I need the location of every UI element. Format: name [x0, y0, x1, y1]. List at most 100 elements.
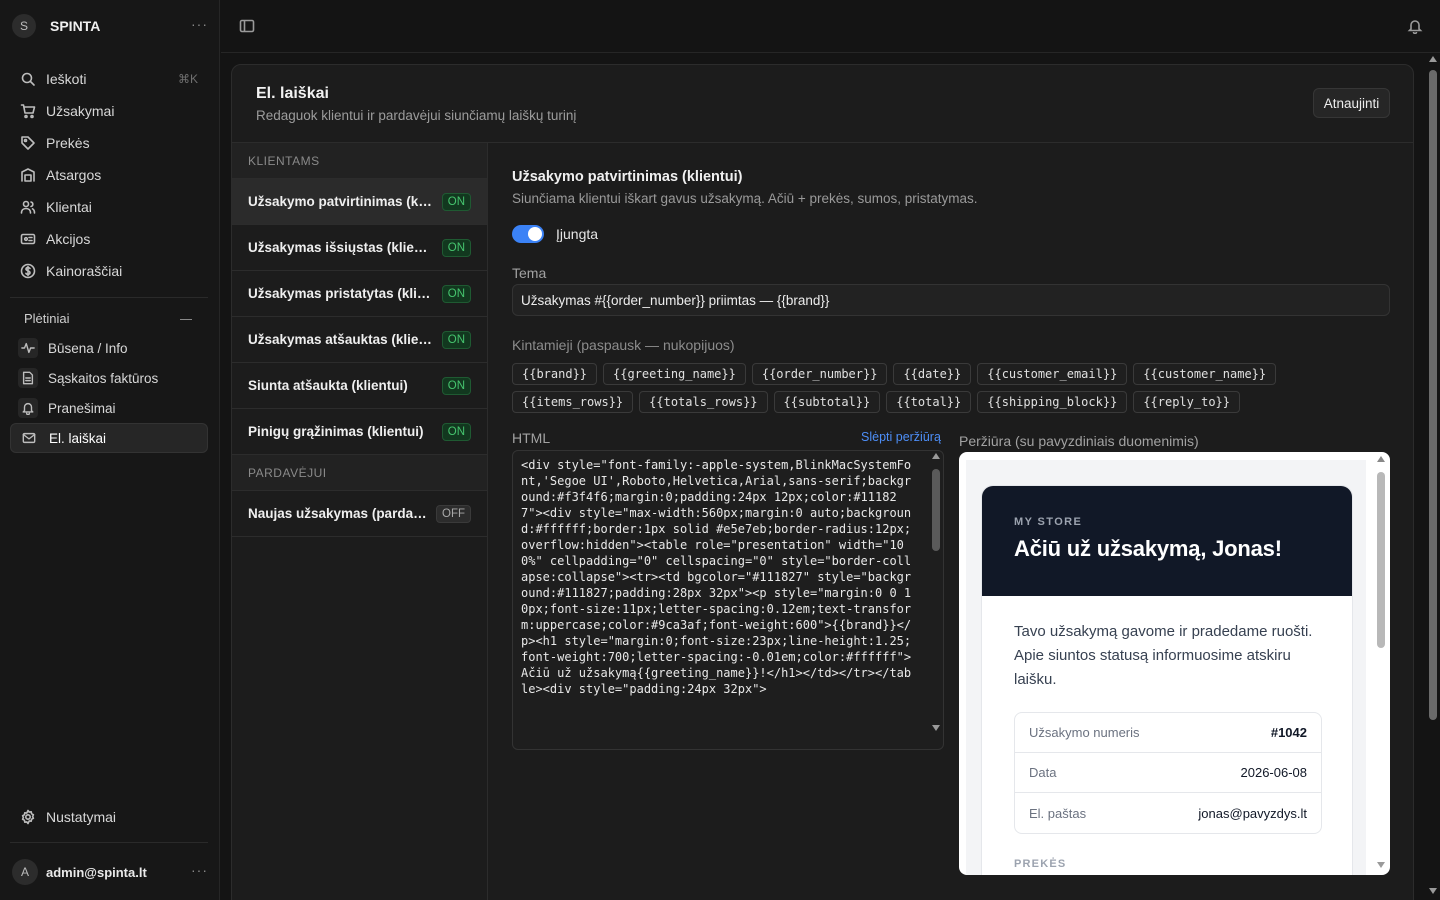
row-value: jonas@pavyzdys.lt — [1198, 805, 1307, 821]
settings-nav: Nustatymai — [10, 801, 208, 833]
nav-item-customers[interactable]: Klientai — [10, 191, 208, 223]
email-body: MY STORE Ačiū už užsakymą, Jonas! Tavo u… — [981, 485, 1353, 875]
row-value: #1042 — [1270, 725, 1307, 740]
hide-preview-link[interactable]: Slėpti peržiūrą — [861, 430, 941, 444]
page-title: El. laiškai — [256, 85, 329, 102]
template-description: Siunčiama klientui iškart gavus užsakymą… — [512, 191, 978, 206]
variable-chip[interactable]: {{order_number}} — [751, 363, 888, 385]
dollar-icon — [20, 263, 36, 279]
nav-item-label: El. laiškai — [49, 430, 107, 446]
variable-chip[interactable]: {{total}} — [886, 391, 972, 413]
list-item[interactable]: Naujas užsakymas (pardavėjui) OFF — [232, 491, 487, 537]
nav-item-label: Prekės — [46, 135, 90, 151]
scroll-down-icon[interactable] — [1377, 862, 1385, 868]
variable-chip[interactable]: {{reply_to}} — [1133, 391, 1241, 413]
html-editor-scroll-thumb[interactable] — [932, 469, 940, 551]
user-menu[interactable]: A admin@spinta.lt ··· — [12, 858, 208, 886]
enabled-label: Įjungta — [556, 226, 599, 242]
user-menu-icon[interactable]: ··· — [191, 862, 208, 878]
variable-chip[interactable]: {{brand}} — [512, 363, 598, 385]
nav-item-orders[interactable]: Užsakymai — [10, 95, 208, 127]
nav-item-search[interactable]: Ieškoti ⌘K — [10, 63, 208, 95]
nav-item-price-lists[interactable]: Kainoraščiai — [10, 255, 208, 287]
list-item[interactable]: Užsakymas atšauktas (klientui) ON — [232, 317, 487, 363]
nav-item-label: Kainoraščiai — [46, 263, 123, 279]
email-heading: Ačiū už užsakymą, Jonas! — [1014, 536, 1282, 561]
nav-item-promotions[interactable]: Akcijos — [10, 223, 208, 255]
users-icon — [20, 200, 36, 214]
variable-chip[interactable]: {{items_rows}} — [512, 391, 634, 413]
nav-item-settings[interactable]: Nustatymai — [10, 801, 208, 833]
ticket-icon — [20, 233, 36, 245]
status-badge: OFF — [436, 504, 471, 523]
nav-item-products[interactable]: Prekės — [10, 127, 208, 159]
avatar: A — [12, 859, 38, 885]
toggle-knob — [528, 227, 542, 241]
variable-chip[interactable]: {{shipping_block}} — [977, 391, 1128, 413]
search-shortcut: ⌘K — [177, 72, 198, 86]
sidebar-toggle-icon[interactable] — [239, 18, 255, 34]
user-email: admin@spinta.lt — [46, 864, 147, 880]
template-name: Siunta atšaukta (klientui) — [248, 378, 408, 393]
table-row: El. paštas jonas@pavyzdys.lt — [1015, 793, 1321, 833]
template-name: Užsakymas išsiųstas (klientui) — [248, 240, 433, 255]
preview-scroll-thumb[interactable] — [1377, 472, 1385, 648]
gear-icon — [21, 809, 35, 825]
email-preview: MY STORE Ačiū už užsakymą, Jonas! Tavo u… — [959, 452, 1390, 875]
nav-item-label: Užsakymai — [46, 103, 115, 119]
main-nav: Ieškoti ⌘K Užsakymai Prekės Atsargos Kli… — [10, 63, 208, 287]
nav-item-invoices[interactable]: Sąskaitos faktūros — [10, 363, 208, 393]
scroll-up-icon[interactable] — [1429, 56, 1437, 62]
variable-chip[interactable]: {{subtotal}} — [773, 391, 881, 413]
variable-chip[interactable]: {{date}} — [893, 363, 972, 385]
tag-icon — [21, 136, 35, 150]
row-key: Data — [1029, 765, 1057, 780]
template-name: Užsakymas pristatytas (klientui) — [248, 286, 433, 301]
list-item[interactable]: Užsakymas išsiųstas (klientui) ON — [232, 225, 487, 271]
warehouse-icon — [21, 168, 35, 182]
sidebar-divider — [10, 842, 208, 843]
sidebar: S SPINTA ··· Ieškoti ⌘K Užsakymai Prekės… — [0, 0, 220, 900]
list-item[interactable]: Siunta atšaukta (klientui) ON — [232, 363, 487, 409]
page-scroll-thumb[interactable] — [1429, 70, 1437, 720]
order-summary-table: Užsakymo numeris #1042 Data 2026-06-08 E… — [1014, 712, 1322, 834]
emails-card: El. laiškai Redaguok klientui ir pardavė… — [231, 64, 1414, 900]
items-label: PREKĖS — [1014, 858, 1067, 870]
variable-chip[interactable]: {{customer_email}} — [977, 363, 1128, 385]
brand-menu-icon[interactable]: ··· — [191, 16, 208, 32]
status-badge: ON — [441, 330, 471, 349]
nav-item-notifications[interactable]: Pranešimai — [10, 393, 208, 423]
nav-item-label: Ieškoti — [46, 71, 87, 87]
refresh-button[interactable]: Atnaujinti — [1313, 88, 1390, 118]
nav-item-status[interactable]: Būsena / Info — [10, 333, 208, 363]
list-item[interactable]: Užsakymas pristatytas (klientui) ON — [232, 271, 487, 317]
html-editor[interactable]: <div style="font-family:-apple-system,Bl… — [512, 450, 944, 750]
nav-item-label: Akcijos — [46, 231, 91, 247]
variable-chip[interactable]: {{customer_name}} — [1133, 363, 1277, 385]
status-badge: ON — [441, 192, 471, 211]
nav-item-label: Klientai — [46, 199, 92, 215]
scroll-up-icon[interactable] — [932, 453, 940, 459]
brand-switcher[interactable]: S SPINTA ··· — [12, 12, 208, 40]
row-value: 2026-06-08 — [1240, 765, 1308, 780]
html-label: HTML — [512, 430, 551, 446]
collapse-icon[interactable] — [180, 319, 192, 320]
variable-chip[interactable]: {{greeting_name}} — [603, 363, 746, 385]
page-subtitle: Redaguok klientui ir pardavėjui siunčiam… — [256, 108, 577, 123]
list-item[interactable]: Pinigų grąžinimas (klientui) ON — [232, 409, 487, 455]
variable-chip[interactable]: {{totals_rows}} — [639, 391, 768, 413]
email-paragraph: Tavo užsakymą gavome ir pradedame ruošti… — [1014, 623, 1313, 688]
nav-item-label: Pranešimai — [48, 400, 116, 416]
list-item[interactable]: Užsakymo patvirtinimas (klientui) ON — [232, 179, 487, 225]
enabled-toggle[interactable] — [512, 225, 544, 243]
nav-item-label: Atsargos — [46, 167, 102, 183]
bell-icon[interactable] — [1407, 18, 1423, 34]
subject-input[interactable] — [512, 284, 1390, 316]
nav-item-label: Būsena / Info — [48, 340, 128, 356]
nav-item-inventory[interactable]: Atsargos — [10, 159, 208, 191]
template-title: Užsakymo patvirtinimas (klientui) — [512, 169, 743, 185]
scroll-down-icon[interactable] — [932, 725, 940, 731]
scroll-down-icon[interactable] — [1429, 888, 1437, 894]
scroll-up-icon[interactable] — [1377, 456, 1385, 462]
nav-item-emails[interactable]: El. laiškai — [10, 423, 208, 453]
